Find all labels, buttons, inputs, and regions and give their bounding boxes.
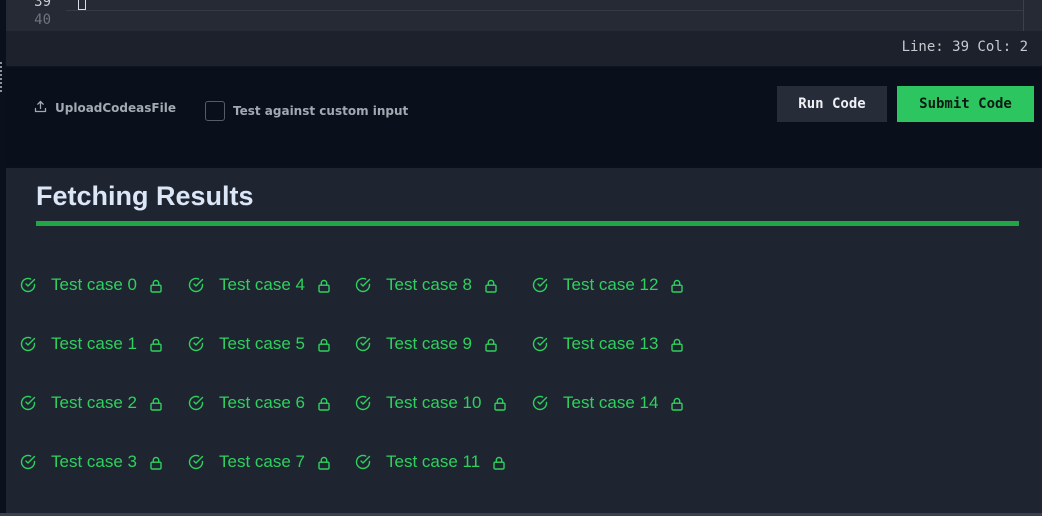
test-case-item[interactable]: Test case 5 — [188, 328, 331, 360]
lock-icon — [492, 455, 506, 470]
check-circle-icon — [355, 395, 371, 411]
test-case-label: Test case 0 — [51, 275, 137, 294]
editor-scrollbar[interactable] — [1023, 0, 1024, 31]
test-case-label: Test case 10 — [386, 393, 482, 412]
test-case-item[interactable]: Test case 6 — [188, 387, 331, 419]
test-case-item[interactable]: Test case 3 — [20, 446, 163, 478]
check-circle-icon — [20, 395, 36, 411]
check-circle-icon — [20, 336, 36, 352]
test-case-item[interactable]: Test case 12 — [532, 269, 684, 301]
lock-icon — [149, 396, 163, 411]
line-number: 40 — [34, 12, 51, 28]
check-circle-icon — [355, 277, 371, 293]
test-case-item[interactable]: Test case 9 — [355, 328, 498, 360]
resize-handle[interactable] — [0, 62, 2, 92]
check-circle-icon — [188, 336, 204, 352]
check-circle-icon — [532, 277, 548, 293]
test-case-item[interactable]: Test case 10 — [355, 387, 507, 419]
lock-icon — [484, 337, 498, 352]
check-circle-icon — [355, 454, 371, 470]
check-circle-icon — [355, 336, 371, 352]
upload-icon — [34, 100, 47, 116]
test-case-label: Test case 9 — [386, 334, 472, 353]
lock-icon — [149, 278, 163, 293]
upload-code-button[interactable]: UploadCodeasFile — [34, 99, 176, 117]
lock-icon — [317, 396, 331, 411]
test-case-item[interactable]: Test case 8 — [355, 269, 498, 301]
check-circle-icon — [20, 277, 36, 293]
test-case-item[interactable]: Test case 1 — [20, 328, 163, 360]
results-title: Fetching Results — [36, 181, 254, 211]
test-case-label: Test case 3 — [51, 452, 137, 471]
lock-icon — [484, 278, 498, 293]
custom-input-label: Test against custom input — [233, 104, 409, 118]
lock-icon — [149, 455, 163, 470]
test-case-item[interactable]: Test case 2 — [20, 387, 163, 419]
test-case-item[interactable]: Test case 7 — [188, 446, 331, 478]
check-circle-icon — [188, 454, 204, 470]
lock-icon — [317, 278, 331, 293]
test-case-label: Test case 5 — [219, 334, 305, 353]
test-case-label: Test case 1 — [51, 334, 137, 353]
cursor-position: Line: 39 Col: 2 — [901, 39, 1028, 55]
test-case-label: Test case 2 — [51, 393, 137, 412]
test-case-label: Test case 6 — [219, 393, 305, 412]
lock-icon — [493, 396, 507, 411]
check-circle-icon — [532, 395, 548, 411]
test-case-item[interactable]: Test case 14 — [532, 387, 684, 419]
test-case-item[interactable]: Test case 13 — [532, 328, 684, 360]
check-circle-icon — [532, 336, 548, 352]
lock-icon — [317, 455, 331, 470]
active-code-line[interactable] — [66, 0, 1024, 11]
check-circle-icon — [188, 277, 204, 293]
test-case-label: Test case 14 — [563, 393, 659, 412]
text-cursor — [78, 0, 86, 10]
line-number: 39 — [34, 0, 51, 10]
results-progress-bar — [36, 221, 1019, 226]
submit-code-button[interactable]: Submit Code — [897, 86, 1034, 122]
run-code-button[interactable]: Run Code — [777, 86, 887, 122]
check-circle-icon — [188, 395, 204, 411]
action-toolbar: UploadCodeasFile Test against custom inp… — [6, 67, 1042, 166]
test-case-item[interactable]: Test case 4 — [188, 269, 331, 301]
test-case-item[interactable]: Test case 11 — [355, 446, 506, 478]
test-case-label: Test case 12 — [563, 275, 659, 294]
progress-fill — [36, 221, 1019, 226]
custom-input-checkbox[interactable] — [205, 101, 225, 121]
test-case-label: Test case 8 — [386, 275, 472, 294]
test-case-label: Test case 11 — [386, 452, 481, 471]
editor-statusbar: Line: 39 Col: 2 — [6, 31, 1042, 66]
test-case-label: Test case 4 — [219, 275, 305, 294]
custom-input-toggle[interactable]: Test against custom input — [205, 101, 408, 121]
test-case-label: Test case 7 — [219, 452, 305, 471]
code-editor[interactable]: 39 40 — [6, 0, 1042, 31]
lock-icon — [670, 278, 684, 293]
test-case-item[interactable]: Test case 0 — [20, 269, 163, 301]
lock-icon — [317, 337, 331, 352]
upload-label: UploadCodeasFile — [55, 101, 176, 115]
lock-icon — [670, 396, 684, 411]
lock-icon — [670, 337, 684, 352]
check-circle-icon — [20, 454, 36, 470]
lock-icon — [149, 337, 163, 352]
test-case-label: Test case 13 — [563, 334, 659, 353]
results-panel: Fetching Results Test case 0 Test case 1 T… — [6, 168, 1042, 513]
